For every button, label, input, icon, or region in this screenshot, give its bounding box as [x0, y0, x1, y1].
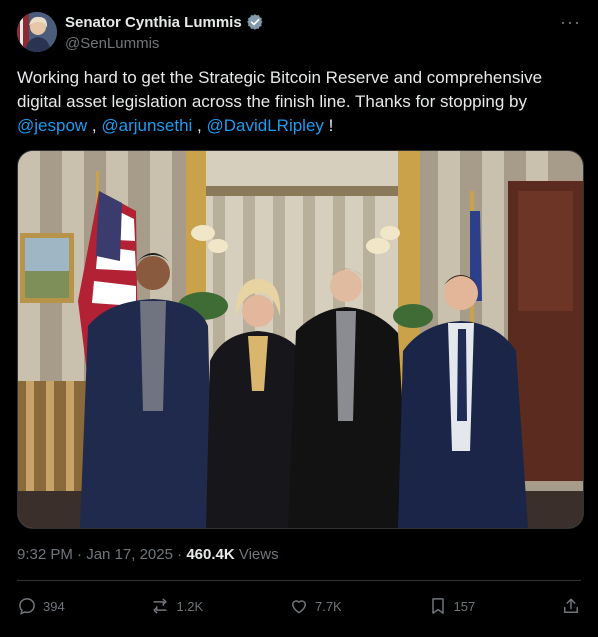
- like-button[interactable]: 7.7K: [289, 596, 342, 616]
- avatar-image: [17, 12, 57, 52]
- repost-icon: [153, 598, 168, 614]
- author-name[interactable]: Senator Cynthia Lummis: [65, 14, 242, 31]
- author-handle[interactable]: @SenLummis: [65, 35, 159, 52]
- author-name-row[interactable]: Senator Cynthia Lummis: [65, 13, 264, 31]
- mention-link[interactable]: @jespow: [17, 116, 87, 135]
- more-options-icon[interactable]: ···: [560, 12, 581, 33]
- bookmark-count: 157: [453, 598, 476, 614]
- meta-separator: ·: [72, 546, 87, 563]
- tweet-photo[interactable]: [17, 150, 584, 529]
- verified-badge-icon: [246, 14, 263, 30]
- reply-count: 394: [43, 598, 65, 614]
- tweet-text: Working hard to get the Strategic Bitcoi…: [17, 66, 577, 138]
- views-count: 460.4K: [186, 546, 235, 563]
- avatar[interactable]: [17, 12, 57, 52]
- like-count: 7.7K: [314, 598, 342, 614]
- bookmark-button[interactable]: 157: [428, 596, 476, 616]
- photo-image: [18, 151, 583, 528]
- heart-icon: [291, 600, 306, 614]
- repost-button[interactable]: 1.2K: [150, 596, 203, 616]
- divider: [17, 580, 581, 581]
- views-label: Views: [234, 546, 279, 563]
- tweet: Senator Cynthia Lummis @SenLummis ··· Wo…: [0, 0, 598, 637]
- tweet-text-body: Working hard to get the Strategic Bitcoi…: [17, 68, 543, 111]
- reply-button[interactable]: 394: [17, 596, 65, 616]
- tweet-text-end: !: [323, 116, 334, 135]
- repost-count: 1.2K: [176, 598, 204, 614]
- mention-separator: ,: [192, 116, 207, 135]
- mention-link[interactable]: @DavidLRipley: [207, 116, 324, 135]
- tweet-date[interactable]: Jan 17, 2025: [86, 546, 173, 563]
- tweet-time[interactable]: 9:32 PM: [17, 546, 73, 563]
- reply-icon: [19, 598, 35, 615]
- tweet-meta: 9:32 PM · Jan 17, 2025 · 460.4K Views: [17, 546, 279, 563]
- share-button[interactable]: [561, 596, 581, 616]
- share-icon: [563, 598, 578, 613]
- bookmark-icon: [431, 598, 444, 614]
- meta-separator: ·: [172, 546, 187, 563]
- action-bar: 394 1.2K 7.7K 157: [17, 592, 581, 620]
- mention-link[interactable]: @arjunsethi: [101, 116, 192, 135]
- mention-separator: ,: [87, 116, 102, 135]
